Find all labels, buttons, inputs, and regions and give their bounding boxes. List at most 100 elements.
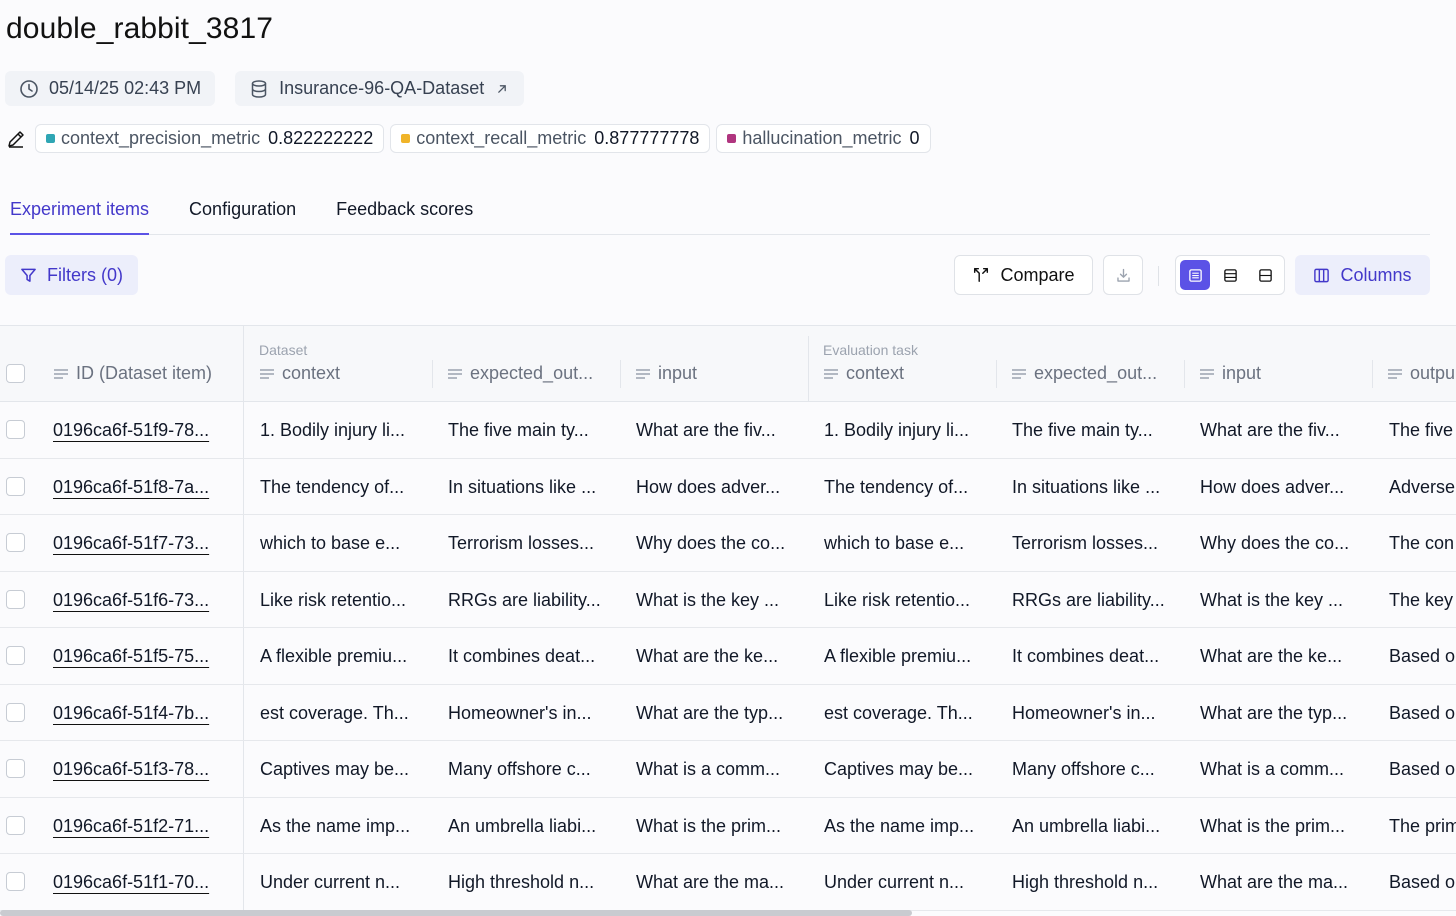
column-header-id[interactable]: ID (Dataset item)	[38, 326, 243, 402]
cell-dataset-context: est coverage. Th...	[260, 702, 409, 723]
dataset-item-id-link[interactable]: 0196ca6f-51f4-7b...	[53, 685, 233, 741]
columns-label: Columns	[1340, 264, 1412, 285]
cell-eval-expected-output: High threshold n...	[1012, 872, 1159, 892]
metric-tag-context-recall[interactable]: context_recall_metric 0.877777778	[390, 124, 711, 153]
cell-eval-input: What are the ma...	[1200, 872, 1349, 892]
dataset-item-id-link[interactable]: 0196ca6f-51f3-78...	[53, 741, 233, 797]
external-link-icon	[498, 84, 507, 93]
cell-eval-expected-output: Terrorism losses...	[1012, 533, 1159, 553]
table-row[interactable]: 0196ca6f-51f5-75... A flexible premiu... I…	[0, 628, 1456, 685]
row-checkbox[interactable]	[6, 420, 25, 439]
row-height-medium-button[interactable]	[1215, 260, 1245, 290]
dataset-item-id-link[interactable]: 0196ca6f-51f7-73...	[53, 515, 233, 571]
column-header-eval-input[interactable]: input	[1184, 326, 1372, 402]
cell-dataset-context: A flexible premiu...	[260, 646, 408, 666]
column-header-eval-output[interactable]: outpu	[1372, 326, 1456, 402]
row-checkbox[interactable]	[6, 815, 25, 835]
table-row[interactable]: 0196ca6f-51f3-78... Captives may be... Man…	[0, 741, 1456, 798]
column-header-eval-expected-output[interactable]: expected_out...	[996, 326, 1184, 402]
cell-eval-context: Captives may be...	[824, 759, 974, 779]
cell-dataset-expected-output: Homeowner's in...	[448, 702, 592, 723]
column-header-label: outpu	[1387, 363, 1455, 384]
download-icon	[1116, 268, 1130, 282]
table-row[interactable]: 0196ca6f-51f9-78... 1. Bodily injury li..…	[0, 402, 1456, 459]
cell-eval-output: Adverse	[1389, 476, 1456, 497]
row-checkbox[interactable]	[6, 646, 25, 665]
cell-eval-context: est coverage. Th...	[824, 702, 973, 723]
cell-dataset-expected-output: The five main ty...	[448, 420, 589, 440]
dataset-item-id-link[interactable]: 0196ca6f-51f8-7a...	[53, 459, 233, 515]
metric-value: 0.877777778	[594, 128, 700, 148]
column-header-text: context	[282, 363, 341, 383]
cell-dataset-input: How does adver...	[636, 476, 781, 497]
cell-eval-expected-output: It combines deat...	[1012, 646, 1160, 666]
dataset-item-id-link[interactable]: 0196ca6f-51f5-75...	[53, 628, 233, 684]
metric-tag-hallucination[interactable]: hallucination_metric 0	[716, 124, 931, 153]
column-group-label: Evaluation task	[823, 342, 918, 358]
table-row[interactable]: 0196ca6f-51f6-73... Like risk retentio...…	[0, 572, 1456, 628]
columns-button[interactable]: Columns	[1295, 255, 1430, 295]
cell-eval-output: Based o	[1389, 646, 1456, 666]
cell-eval-input: How does adver...	[1200, 476, 1345, 497]
table-row[interactable]: 0196ca6f-51f8-7a... The tendency of... In …	[0, 459, 1456, 515]
dataset-item-id-link[interactable]: 0196ca6f-51f2-71...	[53, 798, 233, 854]
row-checkbox[interactable]	[6, 759, 25, 778]
cell-eval-context: As the name imp...	[824, 815, 975, 836]
table-row[interactable]: 0196ca6f-51f4-7b... est coverage. Th... Ho…	[0, 685, 1456, 741]
metric-tag-context-precision[interactable]: context_precision_metric 0.822222222	[35, 124, 385, 153]
column-header-eval-context[interactable]: Evaluation task context	[808, 326, 996, 402]
cell-eval-output: Based o	[1389, 759, 1456, 779]
row-checkbox[interactable]	[6, 533, 25, 552]
cell-eval-expected-output: In situations like ...	[1012, 476, 1161, 497]
cell-eval-input: What is a comm...	[1200, 759, 1345, 779]
compare-button[interactable]: Compare	[954, 255, 1093, 295]
cell-eval-context: The tendency of...	[824, 476, 969, 497]
cell-eval-output: The key	[1389, 589, 1454, 610]
metric-color-dot	[727, 134, 737, 143]
download-button[interactable]	[1103, 255, 1143, 295]
rows-large-icon	[1188, 268, 1202, 282]
dataset-item-id-link[interactable]: 0196ca6f-51f1-70...	[53, 854, 233, 910]
tab-feedback-scores[interactable]: Feedback scores	[336, 196, 473, 235]
pencil-icon[interactable]	[5, 128, 27, 150]
experiment-meta: 05/14/25 02:43 PM Insurance-96-QA-Datase…	[5, 71, 525, 106]
table-row[interactable]: 0196ca6f-51f7-73... which to base e... Ter…	[0, 515, 1456, 572]
filter-icon	[21, 268, 36, 282]
text-type-icon	[1388, 368, 1402, 379]
text-type-icon	[636, 368, 650, 379]
cell-dataset-context: The tendency of...	[260, 476, 405, 497]
column-header-dataset-expected-output[interactable]: expected_out...	[432, 326, 620, 402]
dataset-item-id-link[interactable]: 0196ca6f-51f6-73...	[53, 572, 233, 628]
cell-dataset-input: What are the ma...	[636, 872, 785, 892]
cell-dataset-input: Why does the co...	[636, 533, 786, 553]
horizontal-scrollbar[interactable]	[0, 910, 912, 916]
rows-small-icon	[1258, 268, 1272, 282]
select-all-checkbox[interactable]	[6, 364, 25, 383]
row-height-large-button[interactable]	[1180, 260, 1210, 290]
table-row[interactable]: 0196ca6f-51f2-71... As the name imp... An …	[0, 798, 1456, 854]
dataset-item-id-link[interactable]: 0196ca6f-51f9-78...	[53, 402, 233, 458]
cell-eval-output: The five	[1389, 420, 1454, 440]
metric-value: 0.822222222	[268, 128, 374, 148]
cell-eval-output: Based o	[1389, 702, 1456, 723]
metric-name: context_recall_metric	[416, 128, 587, 148]
tab-experiment-items[interactable]: Experiment items	[10, 196, 150, 235]
row-checkbox[interactable]	[6, 589, 25, 609]
cell-eval-context: 1. Bodily injury li...	[824, 420, 970, 440]
cell-eval-context: Under current n...	[824, 872, 965, 892]
column-header-dataset-input[interactable]: input	[620, 326, 808, 402]
text-type-icon	[260, 368, 274, 379]
column-header-dataset-context[interactable]: Dataset context	[244, 326, 432, 402]
row-checkbox[interactable]	[6, 702, 25, 722]
cell-dataset-context: Under current n...	[260, 872, 401, 892]
row-checkbox[interactable]	[6, 872, 25, 891]
row-checkbox[interactable]	[6, 476, 25, 496]
table-row[interactable]: 0196ca6f-51f1-70... Under current n... Hig…	[0, 854, 1456, 911]
filters-button[interactable]: Filters (0)	[5, 255, 138, 295]
table-header: ID (Dataset item) Dataset context expect…	[0, 326, 1456, 916]
cell-dataset-input: What is the key ...	[636, 589, 780, 610]
row-height-small-button[interactable]	[1250, 260, 1280, 290]
cell-dataset-expected-output: High threshold n...	[448, 872, 595, 892]
tab-configuration[interactable]: Configuration	[189, 196, 296, 235]
dataset-link[interactable]: Insurance-96-QA-Dataset	[235, 71, 525, 106]
